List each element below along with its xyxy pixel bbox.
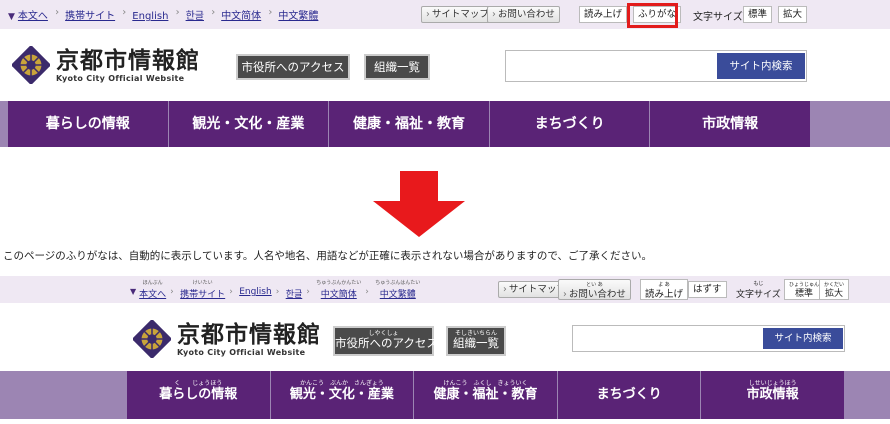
size-large-button[interactable]: 拡大 [778,6,808,23]
read-aloud-button[interactable]: よ あ読み上げ [640,279,689,300]
triangle-down-icon: ▼ [130,287,137,296]
site-search: サイト内検索 [572,325,845,352]
furigana-off-button[interactable]: はずす [688,281,727,298]
logo-subtitle: Kyoto City Official Website [177,347,306,357]
kyoto-crest-icon [133,320,171,358]
read-aloud-button[interactable]: 読み上げ [579,6,628,23]
search-input[interactable] [575,328,761,349]
global-nav: 暮らしの情報 観光・文化・産業 健康・福祉・教育 まちづくり 市政情報 [0,101,890,147]
contact-button[interactable]: とい あ › お問い合わせ [558,279,631,300]
nav-health-welfare-education[interactable]: 健康・福祉・教育 [329,101,490,147]
logo-title: 京都市情報館 [56,47,200,74]
contact-button[interactable]: › お問い合わせ [487,6,560,23]
nav-tourism-culture-industry[interactable]: 観光・文化・産業 [169,101,330,147]
nav-city-government[interactable]: 市政情報 [650,101,810,147]
link-korean[interactable]: 한글 [186,11,204,22]
chevron-right-icon: › [503,284,507,295]
site-logo[interactable]: 京都市情報館 Kyoto City Official Website [133,320,321,358]
size-standard-button[interactable]: ひょうじゅん 標準 [784,279,825,300]
site-logo[interactable]: 京都市情報館 Kyoto City Official Website [12,46,200,84]
organization-list-button[interactable]: そしきいちらん 組織一覧 [446,326,506,356]
city-hall-access-button[interactable]: 市役所へのアクセス [236,54,350,80]
text-size-label: 文字サイズ [693,12,743,23]
search-input[interactable] [508,53,716,79]
link-english[interactable]: English [229,280,271,300]
organization-list-button[interactable]: 組織一覧 [364,54,430,80]
nav-town-planning[interactable]: まちづくり [558,371,702,419]
logo-subtitle: Kyoto City Official Website [56,73,185,83]
nav-city-government[interactable]: しせいじょうほう 市政情報 [701,371,844,419]
site-search: サイト内検索 [505,50,807,82]
nav-living-info[interactable]: く じょうほう 暮らしの情報 [127,371,271,419]
link-korean[interactable]: 한글 [276,280,302,300]
search-button[interactable]: サイト内検索 [763,328,843,349]
text-size-label: もじ 文字サイズ [736,281,781,300]
link-mobile-site[interactable]: けいたい携帯サイト [170,280,225,300]
nav-living-info[interactable]: 暮らしの情報 [8,101,169,147]
utility-links-furigana: ▼ ほんぶん本文へ けいたい携帯サイト English 한글 ちゅうぶんかんたい… [130,280,434,300]
chevron-right-icon: › [426,9,430,20]
triangle-down-icon: ▼ [8,12,15,22]
link-english[interactable]: English [132,11,168,22]
nav-tourism-culture-industry[interactable]: かんこう ぶんか さんぎょう 観光・文化・産業 [271,371,415,419]
chevron-right-icon: › [563,289,567,300]
sitemap-button[interactable]: › サイトマップ [421,6,494,23]
link-simplified-chinese[interactable]: ちゅうぶんかんたい中文簡体 [306,280,361,300]
link-simplified-chinese[interactable]: 中文简体 [221,11,261,22]
link-skip-to-content[interactable]: 本文へ [18,11,48,22]
kyoto-crest-icon [12,46,50,84]
chevron-right-icon: › [492,9,496,20]
furigana-highlight-box [627,3,678,28]
link-skip-to-content[interactable]: ほんぶん 本文へ [139,280,166,300]
nav-town-planning[interactable]: まちづくり [490,101,651,147]
link-mobile-site[interactable]: 携帯サイト [65,11,115,22]
logo-title: 京都市情報館 [177,321,321,348]
furigana-notice: このページのふりがなは、自動的に表示しています。人名や地名、用語などが正確に表示… [3,250,653,262]
size-large-button[interactable]: かくだい 拡大 [819,279,850,300]
nav-health-welfare-education[interactable]: けんこう ふくし きょういく 健康・福祉・教育 [414,371,558,419]
global-nav-furigana: く じょうほう 暮らしの情報 かんこう ぶんか さんぎょう 観光・文化・産業 けんこ… [0,371,890,419]
search-button[interactable]: サイト内検索 [717,53,805,79]
link-traditional-chinese[interactable]: 中文繁體 [278,11,318,22]
utility-links: ▼本文へ 携帯サイト English 한글 中文简体 中文繁體 [8,7,332,22]
link-traditional-chinese[interactable]: ちゅうぶんはんたい中文繁體 [365,280,420,300]
arrow-down-icon [373,171,465,237]
size-standard-button[interactable]: 標準 [743,6,773,23]
city-hall-access-button[interactable]: しやくしょ 市役所へのアクセス [333,326,438,356]
